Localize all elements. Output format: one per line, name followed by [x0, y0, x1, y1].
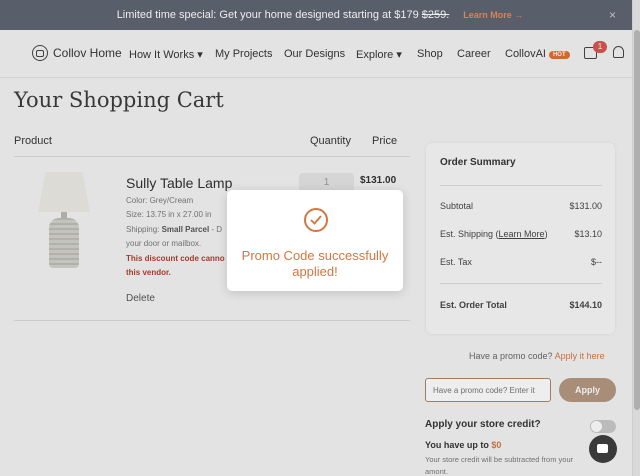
chat-icon[interactable] — [589, 435, 617, 463]
check-icon — [304, 208, 328, 232]
modal-message: Promo Code successfully applied! — [241, 248, 389, 279]
promo-success-modal: Promo Code successfully applied! — [227, 190, 403, 291]
